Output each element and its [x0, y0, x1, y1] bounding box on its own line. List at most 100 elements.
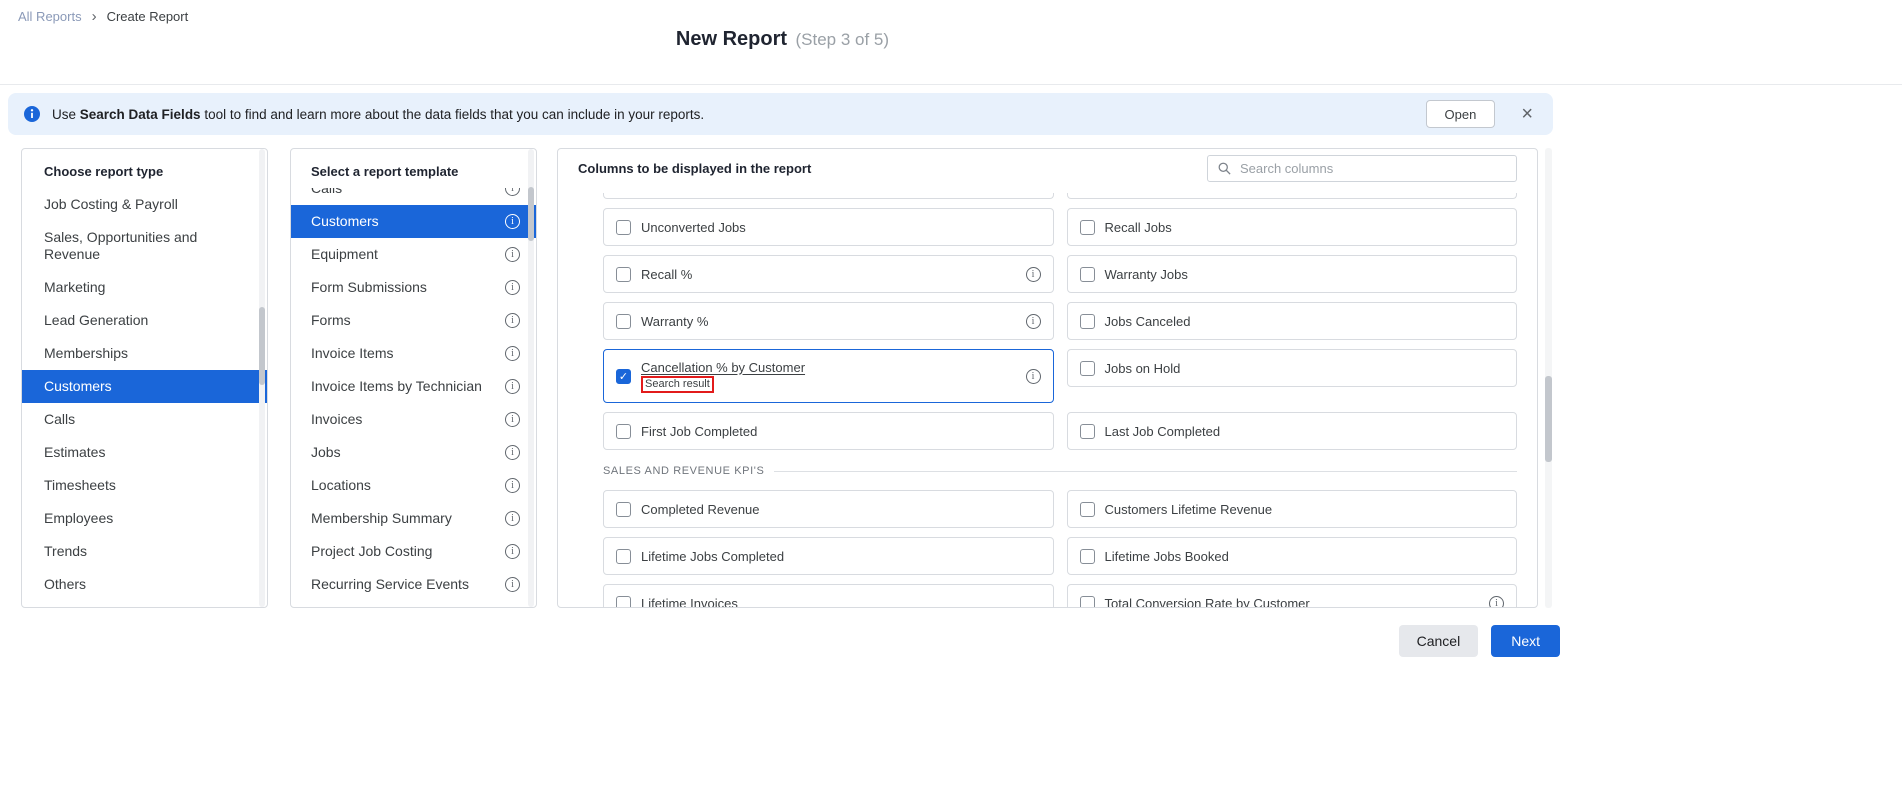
report-type-item[interactable]: Timesheets	[22, 469, 267, 502]
template-item[interactable]: Invoice Items by Technician	[291, 370, 536, 403]
column-item[interactable]: First Job Completed	[603, 412, 1054, 450]
report-type-item[interactable]: Estimates	[22, 436, 267, 469]
checkbox[interactable]	[616, 595, 631, 607]
column-item[interactable]: Lifetime Jobs Booked	[1066, 537, 1517, 575]
column-item[interactable]: Jobs Canceled	[1066, 302, 1517, 340]
template-item-label: Customers	[311, 213, 379, 229]
template-item[interactable]: Form Submissions	[291, 271, 536, 304]
breadcrumb-all-reports[interactable]: All Reports	[18, 9, 82, 24]
info-icon[interactable]	[1489, 595, 1504, 607]
column-item[interactable]: Completed Revenue	[603, 490, 1054, 528]
column-item[interactable]: Last Job Completed	[1066, 412, 1517, 450]
column-item[interactable]: Lifetime Invoices	[603, 584, 1054, 607]
checkbox[interactable]	[616, 423, 631, 439]
panels-area: Choose report type Job Costing & Payroll…	[21, 148, 1565, 608]
info-icon[interactable]	[505, 478, 520, 493]
checkbox[interactable]	[616, 266, 631, 282]
info-icon[interactable]	[505, 280, 520, 295]
report-type-item[interactable]: Lead Generation	[22, 304, 267, 337]
template-item[interactable]: Forms	[291, 304, 536, 337]
next-button[interactable]: Next	[1491, 625, 1560, 657]
info-icon[interactable]	[505, 379, 520, 394]
section-divider	[774, 470, 1517, 472]
scrollbar-thumb[interactable]	[1545, 376, 1552, 462]
close-icon[interactable]: ×	[1521, 104, 1533, 124]
column-item[interactable]: Lifetime Jobs Completed	[603, 537, 1054, 575]
report-type-item[interactable]: Job Costing & Payroll	[22, 188, 267, 221]
info-icon[interactable]	[505, 214, 520, 229]
checkbox[interactable]	[1079, 313, 1095, 329]
info-icon[interactable]	[505, 511, 520, 526]
report-type-item[interactable]: Others	[22, 568, 267, 601]
info-icon[interactable]	[1025, 368, 1041, 384]
report-type-item-selected[interactable]: Customers	[22, 370, 267, 403]
open-button[interactable]: Open	[1425, 100, 1496, 128]
report-type-item[interactable]: Trends	[22, 535, 267, 568]
column-label: Warranty %	[641, 313, 709, 329]
column-label: Jobs on Hold	[1104, 360, 1181, 376]
template-item[interactable]: Equipment	[291, 238, 536, 271]
column-item[interactable]: Unconverted Jobs	[603, 208, 1054, 246]
checkbox[interactable]	[616, 313, 631, 329]
info-icon[interactable]	[1025, 313, 1041, 329]
column-item-selected[interactable]: Cancellation % by Customer Search result	[603, 349, 1054, 403]
info-icon	[24, 106, 40, 122]
template-item-label: Recurring Service Events	[311, 576, 469, 592]
clipped-row	[1066, 193, 1517, 199]
template-item[interactable]: Project Job Costing	[291, 535, 536, 568]
report-template-panel-title: Select a report template	[311, 164, 459, 179]
column-item[interactable]: Warranty Jobs	[1066, 255, 1517, 293]
report-type-item[interactable]: Memberships	[22, 337, 267, 370]
column-label: Cancellation % by Customer	[641, 359, 806, 375]
template-item-label: Jobs	[311, 444, 341, 460]
report-type-item[interactable]: Sales, Opportunities and Revenue	[22, 221, 267, 271]
info-icon[interactable]	[505, 188, 520, 196]
search-columns-input[interactable]	[1207, 154, 1517, 182]
checkbox[interactable]	[1079, 219, 1095, 235]
info-icon[interactable]	[505, 346, 520, 361]
checkbox[interactable]	[616, 219, 631, 235]
info-icon[interactable]	[505, 445, 520, 460]
checkbox[interactable]	[1079, 595, 1095, 607]
checkbox[interactable]	[1079, 501, 1095, 517]
checkbox[interactable]	[1079, 360, 1095, 376]
page-title: New Report (Step 3 of 5)	[0, 28, 1565, 51]
info-icon[interactable]	[505, 544, 520, 559]
checkbox[interactable]	[1079, 548, 1095, 564]
template-item[interactable]: Recurring Service Events	[291, 568, 536, 600]
info-icon[interactable]	[505, 577, 520, 592]
cancel-button[interactable]: Cancel	[1398, 625, 1479, 657]
column-label: Customers Lifetime Revenue	[1104, 501, 1273, 517]
template-item[interactable]: Membership Summary	[291, 502, 536, 535]
checkbox-checked[interactable]	[616, 368, 631, 384]
template-item-selected[interactable]: Customers	[291, 205, 536, 238]
checkbox[interactable]	[1079, 423, 1095, 439]
scrollbar-thumb[interactable]	[528, 187, 534, 241]
report-type-item[interactable]: Employees	[22, 502, 267, 535]
template-item-label: Locations	[311, 477, 371, 493]
column-item[interactable]: Total Conversion Rate by Customer	[1066, 584, 1517, 607]
template-item[interactable]: Jobs	[291, 436, 536, 469]
column-item[interactable]: Jobs on Hold	[1066, 349, 1517, 387]
column-item[interactable]: Warranty %	[603, 302, 1054, 340]
checkbox[interactable]	[616, 501, 631, 517]
column-item[interactable]: Recall %	[603, 255, 1054, 293]
info-icon[interactable]	[505, 412, 520, 427]
template-item[interactable]: Locations	[291, 469, 536, 502]
checkbox[interactable]	[616, 548, 631, 564]
column-label: Recall Jobs	[1104, 219, 1172, 235]
report-type-item[interactable]: Marketing	[22, 271, 267, 304]
template-item[interactable]: Invoice Items	[291, 337, 536, 370]
column-item[interactable]: Recall Jobs	[1066, 208, 1517, 246]
info-icon[interactable]	[1025, 266, 1041, 282]
report-type-item[interactable]: Calls	[22, 403, 267, 436]
info-icon[interactable]	[505, 247, 520, 262]
template-item[interactable]: Invoices	[291, 403, 536, 436]
checkbox[interactable]	[1079, 266, 1095, 282]
scrollbar-thumb[interactable]	[259, 307, 265, 385]
column-item[interactable]: Customers Lifetime Revenue	[1066, 490, 1517, 528]
info-icon[interactable]	[505, 313, 520, 328]
template-list: Calls Customers Equipment Form Submissio…	[291, 188, 536, 600]
page-title-text: New Report	[675, 28, 788, 50]
template-item[interactable]: Calls	[291, 188, 536, 205]
